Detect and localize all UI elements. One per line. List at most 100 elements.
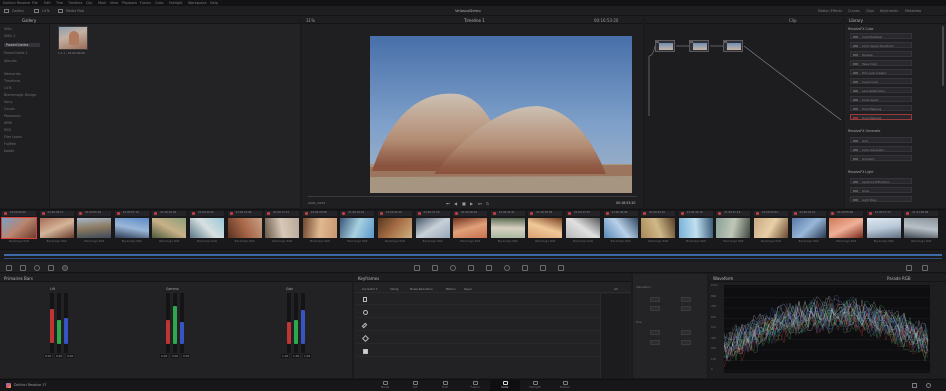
fx-aperture-diffraction[interactable]: Aperture Diffraction <box>850 178 912 184</box>
clip-thumbnail[interactable] <box>415 218 450 238</box>
menu-mark[interactable]: Mark <box>98 1 106 5</box>
page-cut[interactable]: Cut <box>400 380 430 391</box>
album-luts[interactable]: LUTs <box>4 86 11 90</box>
scopes-icon[interactable] <box>922 265 928 271</box>
gain-value-b[interactable]: 1.00 <box>303 354 312 358</box>
fx-selected[interactable]: Tone Mapping <box>850 114 912 120</box>
fx-glow[interactable]: Glow <box>850 187 912 193</box>
album-panasonic[interactable]: Panasonic <box>4 114 21 118</box>
menu-help[interactable]: Help <box>210 1 218 5</box>
tab-keyframes[interactable]: Keyframes <box>880 9 898 13</box>
mini-timeline[interactable] <box>0 249 946 261</box>
clip-thumbnail[interactable] <box>641 218 676 238</box>
gamma-bar-blue[interactable] <box>180 322 184 344</box>
clip-thumbnail[interactable] <box>829 218 864 238</box>
viewer-timeline-tab[interactable]: Timeline 1 <box>464 18 485 23</box>
clip-thumbnail[interactable] <box>716 218 751 238</box>
album-kodak[interactable]: Kodak <box>4 149 14 153</box>
fx-grid[interactable]: Grid <box>850 137 912 143</box>
album-timelines[interactable]: Timelines <box>4 79 20 83</box>
menu-clip[interactable]: Clip <box>86 1 92 5</box>
key-icon[interactable] <box>522 265 528 271</box>
settings-icon[interactable] <box>926 383 931 388</box>
rgb-mixer-icon[interactable] <box>48 265 54 271</box>
clip-thumbnail[interactable] <box>866 218 901 238</box>
kf-tab-corrector[interactable]: Corrector 1 <box>362 287 378 291</box>
clip-thumbnail[interactable] <box>603 218 638 238</box>
clip-thumbnail[interactable] <box>566 218 600 238</box>
viewer-zoom[interactable]: 31% <box>306 18 315 23</box>
clip-thumbnail[interactable] <box>340 218 375 238</box>
kf-tab-motion[interactable]: Motion <box>446 287 455 291</box>
menu-color[interactable]: Color <box>155 1 164 5</box>
gain-value-g[interactable]: 1.00 <box>292 354 301 358</box>
page-media[interactable]: Media <box>370 380 400 391</box>
gain-bar-green[interactable] <box>294 320 298 344</box>
mini-field-7[interactable] <box>650 340 660 345</box>
menu-app[interactable]: DaVinci Resolve <box>3 1 30 5</box>
tab-clips[interactable]: Clips <box>866 9 874 13</box>
tab-media-pool[interactable]: Media Pool <box>66 9 84 13</box>
sizing-icon[interactable] <box>540 265 546 271</box>
clip-thumbnail[interactable] <box>114 218 149 238</box>
album-powergrades[interactable]: PowerGrades <box>4 43 41 47</box>
scopes-mode[interactable]: Parade RGB <box>887 276 911 281</box>
section-resolvefx-light[interactable]: ResolveFX Light <box>848 170 873 174</box>
tracker-icon[interactable] <box>468 265 474 271</box>
mini-field-3[interactable] <box>650 306 660 311</box>
clip-thumbnail[interactable] <box>39 218 74 238</box>
gallery-icon[interactable] <box>4 8 9 13</box>
clip-thumbnail[interactable] <box>453 218 488 238</box>
clip-thumbnail[interactable] <box>904 218 939 238</box>
mini-field-4[interactable] <box>681 306 691 311</box>
clip-thumbnail[interactable] <box>152 218 187 238</box>
fx-dehaze[interactable]: Dehaze <box>850 51 912 57</box>
clip-thumbnail[interactable] <box>1 217 37 239</box>
page-color[interactable]: Color <box>490 380 520 391</box>
lut-icon[interactable] <box>34 8 39 13</box>
page-edit[interactable]: Edit <box>430 380 460 391</box>
menu-playback[interactable]: Playback <box>122 1 137 5</box>
mini-field-8[interactable] <box>681 340 691 345</box>
skip-back-icon[interactable]: ⏮ <box>446 201 450 206</box>
fx-colorstabilizer[interactable]: ColorStabilizer <box>850 33 912 39</box>
album-sony[interactable]: Sony <box>4 100 12 104</box>
lift-value-g[interactable]: 0.00 <box>55 354 64 358</box>
kf-row-1[interactable] <box>356 295 600 305</box>
lift-bar-green[interactable] <box>57 320 61 344</box>
mini-field-1[interactable] <box>650 297 660 302</box>
media-pool-icon[interactable] <box>58 8 63 13</box>
mini-field-6[interactable] <box>681 330 691 335</box>
clip-thumbnail[interactable] <box>265 218 300 238</box>
fx-gradient[interactable]: Gradient <box>850 155 912 161</box>
album-memories[interactable]: Memories <box>4 72 21 76</box>
fx-light-rays[interactable]: Light Rays <box>850 196 912 202</box>
menu-view[interactable]: View <box>110 1 118 5</box>
gain-bar-blue[interactable] <box>301 310 305 344</box>
lift-bar-blue[interactable] <box>64 318 68 344</box>
stereo-icon[interactable] <box>558 265 564 271</box>
menu-timeline[interactable]: Timeline <box>68 1 82 5</box>
menu-fairlight[interactable]: Fairlight <box>169 1 183 5</box>
menu-workspace[interactable]: Workspace <box>188 1 207 5</box>
keyframe-icon[interactable] <box>906 265 912 271</box>
qualifier-icon[interactable] <box>432 265 438 271</box>
tab-luts[interactable]: LUTs <box>42 9 49 13</box>
menu-edit[interactable]: Edit <box>44 1 51 5</box>
clip-thumbnail[interactable] <box>227 218 262 238</box>
window-icon[interactable] <box>450 265 456 271</box>
gamma-value-r[interactable]: 0.00 <box>160 354 169 358</box>
play-reverse-icon[interactable]: ◀ <box>454 201 457 206</box>
fx-film-look-creator[interactable]: Film Look Creator <box>850 69 912 75</box>
fx-invert-color[interactable]: Invert Color <box>850 78 912 84</box>
gamma-bar-red[interactable] <box>166 320 170 344</box>
tab-motion-effects[interactable]: Motion Effects <box>818 9 842 13</box>
album-albums[interactable]: Albums <box>4 59 17 63</box>
fx-lens-reflections[interactable]: Lens Reflections <box>850 87 912 93</box>
gallery-still-thumbnail[interactable] <box>58 26 88 50</box>
viewer-image[interactable] <box>370 36 632 193</box>
lift-value-b[interactable]: 0.00 <box>66 354 75 358</box>
kf-all[interactable]: All <box>614 287 617 291</box>
tab-curves[interactable]: Curves <box>848 9 860 13</box>
blur-icon[interactable] <box>504 265 510 271</box>
